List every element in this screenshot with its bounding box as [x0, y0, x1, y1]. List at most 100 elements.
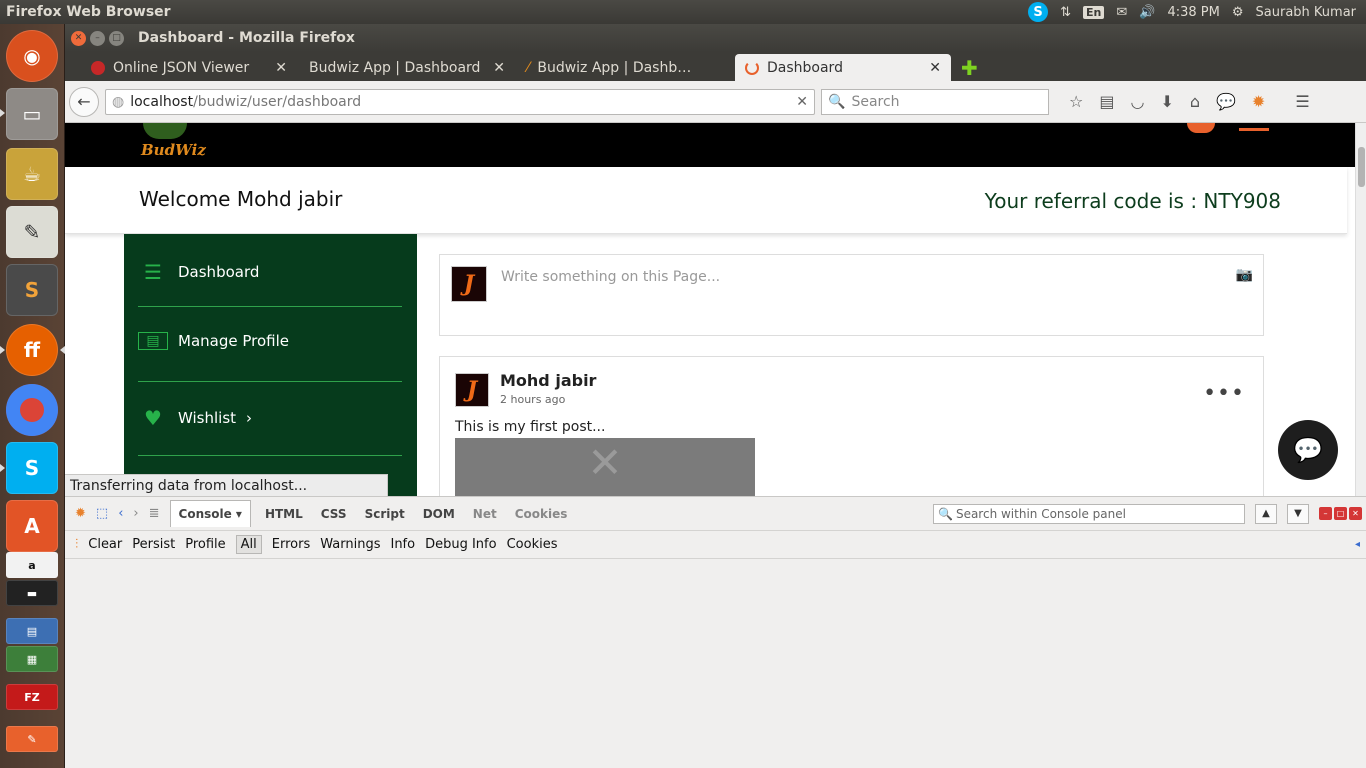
amazon-icon[interactable]: a — [6, 552, 58, 578]
clock[interactable]: 4:38 PM — [1167, 5, 1219, 20]
more-options-icon[interactable]: ••• — [1203, 381, 1245, 406]
search-placeholder: Search — [851, 93, 900, 110]
welcome-bar: Welcome Mohd jabir Your referral code is… — [65, 167, 1347, 234]
firebug-icon[interactable]: ✹ — [1252, 92, 1265, 111]
filter-info-button[interactable]: Info — [390, 537, 415, 552]
app-icon[interactable]: ▤ — [6, 618, 58, 644]
url-bar[interactable]: ◍ localhost/budwiz/user/dashboard ✕ — [105, 88, 815, 115]
tab-dom[interactable]: DOM — [419, 503, 459, 525]
command-line-icon[interactable]: ≣ — [149, 506, 160, 521]
skype-icon[interactable]: S — [6, 442, 58, 494]
home-icon[interactable]: ⌂ — [1190, 92, 1200, 111]
header-leaf-icon[interactable] — [1239, 123, 1269, 131]
browser-tab-dashboard[interactable]: Dashboard ✕ — [735, 54, 951, 81]
page-scrollbar[interactable] — [1355, 123, 1366, 496]
firefox-icon[interactable]: ff — [6, 324, 58, 376]
broken-image-icon: ✕ — [455, 438, 755, 496]
detach-icon[interactable]: □ — [1334, 507, 1347, 520]
teapot-icon[interactable]: ☕ — [6, 148, 58, 200]
reading-list-icon[interactable]: ▤ — [1099, 92, 1114, 111]
console-options-icon[interactable]: ⫶ — [75, 537, 78, 552]
post-author[interactable]: Mohd jabir — [500, 371, 596, 390]
network-icon[interactable]: ⇅ — [1060, 5, 1071, 20]
filezilla-icon[interactable]: FZ — [6, 684, 58, 710]
firebug-icon[interactable]: ✹ — [75, 506, 86, 521]
mail-icon[interactable]: ✉ — [1116, 5, 1127, 20]
filter-cookies-button[interactable]: Cookies — [507, 537, 558, 552]
expand-panel-icon[interactable]: ◂ — [1355, 539, 1366, 550]
firebug-panel: ✹ ⬚ ‹ › ≣ Console ▾ HTML CSS Script DOM … — [65, 496, 1366, 768]
close-icon[interactable]: ✕ — [1349, 507, 1362, 520]
text-editor-icon[interactable]: ✎ — [6, 206, 58, 258]
window-close-button[interactable]: ✕ — [71, 30, 86, 46]
search-next-button[interactable]: ▼ — [1287, 503, 1309, 524]
menu-icon[interactable]: ☰ — [1281, 92, 1309, 111]
post-composer[interactable]: J Write something on this Page... 📷 — [439, 254, 1264, 336]
tab-net[interactable]: Net — [469, 503, 501, 525]
browser-tab-json-viewer[interactable]: Online JSON Viewer ✕ — [81, 54, 297, 81]
filter-all-button[interactable]: All — [235, 535, 262, 554]
site-info-icon[interactable]: ◍ — [112, 94, 124, 110]
firefox-window: ✕ – □ Dashboard - Mozilla Firefox Online… — [65, 24, 1366, 768]
bookmark-star-icon[interactable]: ☆ — [1069, 92, 1083, 111]
inspect-icon[interactable]: ⬚ — [96, 506, 108, 521]
tab-close-icon[interactable]: ✕ — [275, 60, 287, 76]
keyboard-layout[interactable]: En — [1083, 5, 1105, 19]
tab-close-icon[interactable]: ✕ — [493, 60, 505, 76]
tab-close-icon[interactable]: ✕ — [929, 60, 941, 76]
files-icon[interactable]: ▭ — [6, 88, 58, 140]
console-search-input[interactable]: 🔍 Search within Console panel — [933, 503, 1245, 524]
post-input-placeholder[interactable]: Write something on this Page... — [501, 269, 720, 285]
site-logo[interactable]: BudWiz — [141, 141, 206, 159]
chat-button[interactable]: 💬 — [1278, 420, 1338, 480]
pocket-icon[interactable]: ◡ — [1130, 92, 1144, 111]
ubuntu-dash-icon[interactable]: ◉ — [6, 30, 58, 82]
window-titlebar: ✕ – □ Dashboard - Mozilla Firefox — [65, 24, 1366, 52]
new-tab-button[interactable]: ✚ — [953, 54, 986, 81]
window-maximize-button[interactable]: □ — [109, 30, 124, 46]
tab-html[interactable]: HTML — [261, 503, 307, 525]
tab-cookies[interactable]: Cookies — [511, 503, 572, 525]
tab-favicon-icon: ⁄ — [527, 59, 530, 76]
nav-back-icon[interactable]: ‹ — [118, 506, 123, 521]
software-center-icon[interactable]: A — [6, 500, 58, 552]
spreadsheet-icon[interactable]: ▦ — [6, 646, 58, 672]
stop-loading-icon[interactable]: ✕ — [796, 94, 808, 110]
avatar: J — [451, 266, 487, 302]
tab-css[interactable]: CSS — [317, 503, 351, 525]
sidebar-item-manage-profile[interactable]: ▤ Manage Profile — [138, 332, 402, 350]
volume-icon[interactable]: 🔊 — [1139, 5, 1155, 20]
clear-button[interactable]: Clear — [88, 537, 122, 552]
download-icon[interactable]: ⬇ — [1160, 92, 1173, 111]
tab-console[interactable]: Console ▾ — [169, 500, 251, 527]
filter-errors-button[interactable]: Errors — [272, 537, 310, 552]
browser-tab-budwiz-2[interactable]: ⁄ Budwiz App | Dashb… — [517, 54, 733, 81]
sublime-text-icon[interactable]: S — [6, 264, 58, 316]
persist-button[interactable]: Persist — [132, 537, 175, 552]
window-minimize-button[interactable]: – — [90, 30, 105, 46]
nav-forward-icon[interactable]: › — [133, 506, 138, 521]
filter-warnings-button[interactable]: Warnings — [320, 537, 380, 552]
avatar[interactable]: J — [455, 373, 489, 407]
tab-script[interactable]: Script — [361, 503, 409, 525]
scroll-thumb[interactable] — [1358, 147, 1365, 187]
gear-icon[interactable]: ⚙ — [1232, 5, 1244, 20]
search-bar[interactable]: 🔍 Search — [821, 88, 1049, 115]
notification-icon[interactable] — [1187, 123, 1215, 133]
sidebar-item-dashboard[interactable]: ☰ Dashboard — [138, 260, 402, 284]
chrome-icon[interactable] — [6, 384, 58, 436]
skype-indicator-icon[interactable]: S — [1028, 2, 1049, 22]
filter-debug-button[interactable]: Debug Info — [425, 537, 497, 552]
app-icon-2[interactable]: ✎ — [6, 726, 58, 752]
window-title: Dashboard - Mozilla Firefox — [138, 30, 355, 46]
sidebar-item-wishlist[interactable]: ♥ Wishlist › — [138, 406, 402, 430]
profile-button[interactable]: Profile — [185, 537, 225, 552]
minimize-icon[interactable]: – — [1319, 507, 1332, 520]
search-prev-button[interactable]: ▲ — [1255, 503, 1277, 524]
browser-tab-budwiz-1[interactable]: Budwiz App | Dashboard ✕ — [299, 54, 515, 81]
terminal-icon[interactable]: ▬ — [6, 580, 58, 606]
camera-icon[interactable]: 📷 — [1236, 267, 1253, 283]
user-name[interactable]: Saurabh Kumar — [1256, 5, 1356, 20]
chat-icon[interactable]: 💬 — [1216, 92, 1236, 111]
back-button[interactable]: ← — [69, 86, 99, 117]
